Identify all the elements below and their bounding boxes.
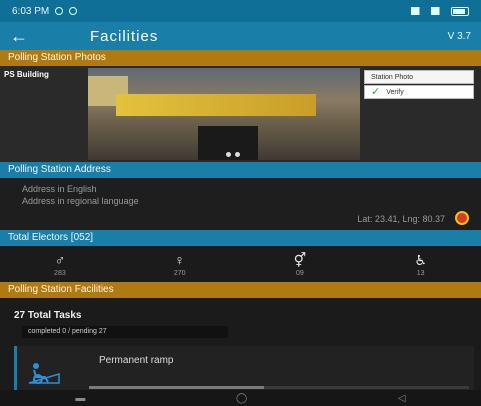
signal-icon	[411, 7, 425, 15]
elector-value: 13	[416, 269, 425, 277]
nav-back-icon[interactable]: ◁	[398, 393, 406, 404]
station-photo-label: Station Photo	[371, 74, 414, 81]
verify-label: Verify	[386, 88, 404, 96]
total-tasks-text: 27 Total Tasks	[14, 310, 82, 321]
check-icon: ✓	[371, 86, 381, 98]
home-icon[interactable]: ◯	[236, 393, 247, 404]
facility-label: Permanent ramp	[99, 355, 174, 366]
facility-progress-bar	[89, 386, 469, 389]
elector-male: ♂ 283	[54, 252, 66, 277]
address-english: Address in English	[22, 184, 97, 194]
address-block: Address in English Address in regional l…	[0, 178, 481, 230]
tasks-status-text: completed 0 / pending 27	[22, 326, 228, 338]
photos-section-header: Polling Station Photos	[0, 50, 481, 66]
elector-third-gender: ⚥ 09	[294, 252, 307, 277]
elector-value: 270	[173, 269, 186, 277]
notification-icon	[55, 7, 64, 15]
electors-row: ♂ 283 ♀ 270 ⚥ 09 ♿ 13	[0, 246, 481, 282]
facility-card-permanent-ramp[interactable]: Permanent ramp	[14, 346, 474, 390]
wheelchair-ramp-icon	[28, 363, 60, 384]
version-text: V 3.7	[447, 30, 471, 42]
back-arrow-icon[interactable]: ←	[10, 26, 50, 47]
carousel-dot[interactable]	[226, 152, 231, 157]
male-icon: ♂	[54, 251, 66, 268]
carousel-dots	[226, 152, 240, 157]
notification-icon	[69, 7, 78, 15]
third-gender-icon: ⚥	[293, 251, 307, 268]
carousel-dot[interactable]	[235, 152, 240, 157]
recents-icon[interactable]: ▬	[75, 393, 85, 404]
ps-building-label: PS Building	[4, 70, 49, 79]
lat-lng-text: Lat: 23.41, Lng: 80.37	[357, 214, 445, 224]
time-text: 6:03 PM	[12, 5, 50, 17]
polling-station-photo[interactable]	[88, 68, 360, 160]
electors-section-header: Total Electors [052]	[0, 230, 481, 246]
female-icon: ♀	[174, 251, 185, 268]
wheelchair-icon: ♿	[414, 251, 427, 268]
address-section-header: Polling Station Address	[0, 162, 481, 178]
address-regional: Address in regional language	[22, 196, 139, 206]
elector-female: ♀ 270	[174, 252, 186, 277]
elector-value: 283	[54, 269, 66, 277]
location-pin-icon[interactable]	[455, 211, 469, 225]
elector-pwd: ♿ 13	[414, 252, 427, 277]
facility-progress-fill	[89, 386, 264, 389]
station-photo-button[interactable]: Station Photo	[364, 70, 474, 84]
battery-icon	[451, 6, 469, 16]
photo-carousel[interactable]: PS Building Station Photo ✓ Verify	[0, 66, 481, 162]
page-title: Facilities	[90, 27, 159, 45]
verify-button[interactable]: ✓ Verify	[364, 85, 474, 99]
facilities-section-header: Polling Station Facilities	[0, 282, 481, 298]
wifi-icon	[431, 7, 445, 15]
system-nav-bar: ▬ ◯ ◁	[0, 390, 481, 406]
photo-banner	[116, 94, 316, 116]
app-bar: ← Facilities V 3.7	[0, 22, 481, 50]
status-bar: 6:03 PM	[0, 0, 481, 22]
elector-value: 09	[296, 269, 304, 277]
